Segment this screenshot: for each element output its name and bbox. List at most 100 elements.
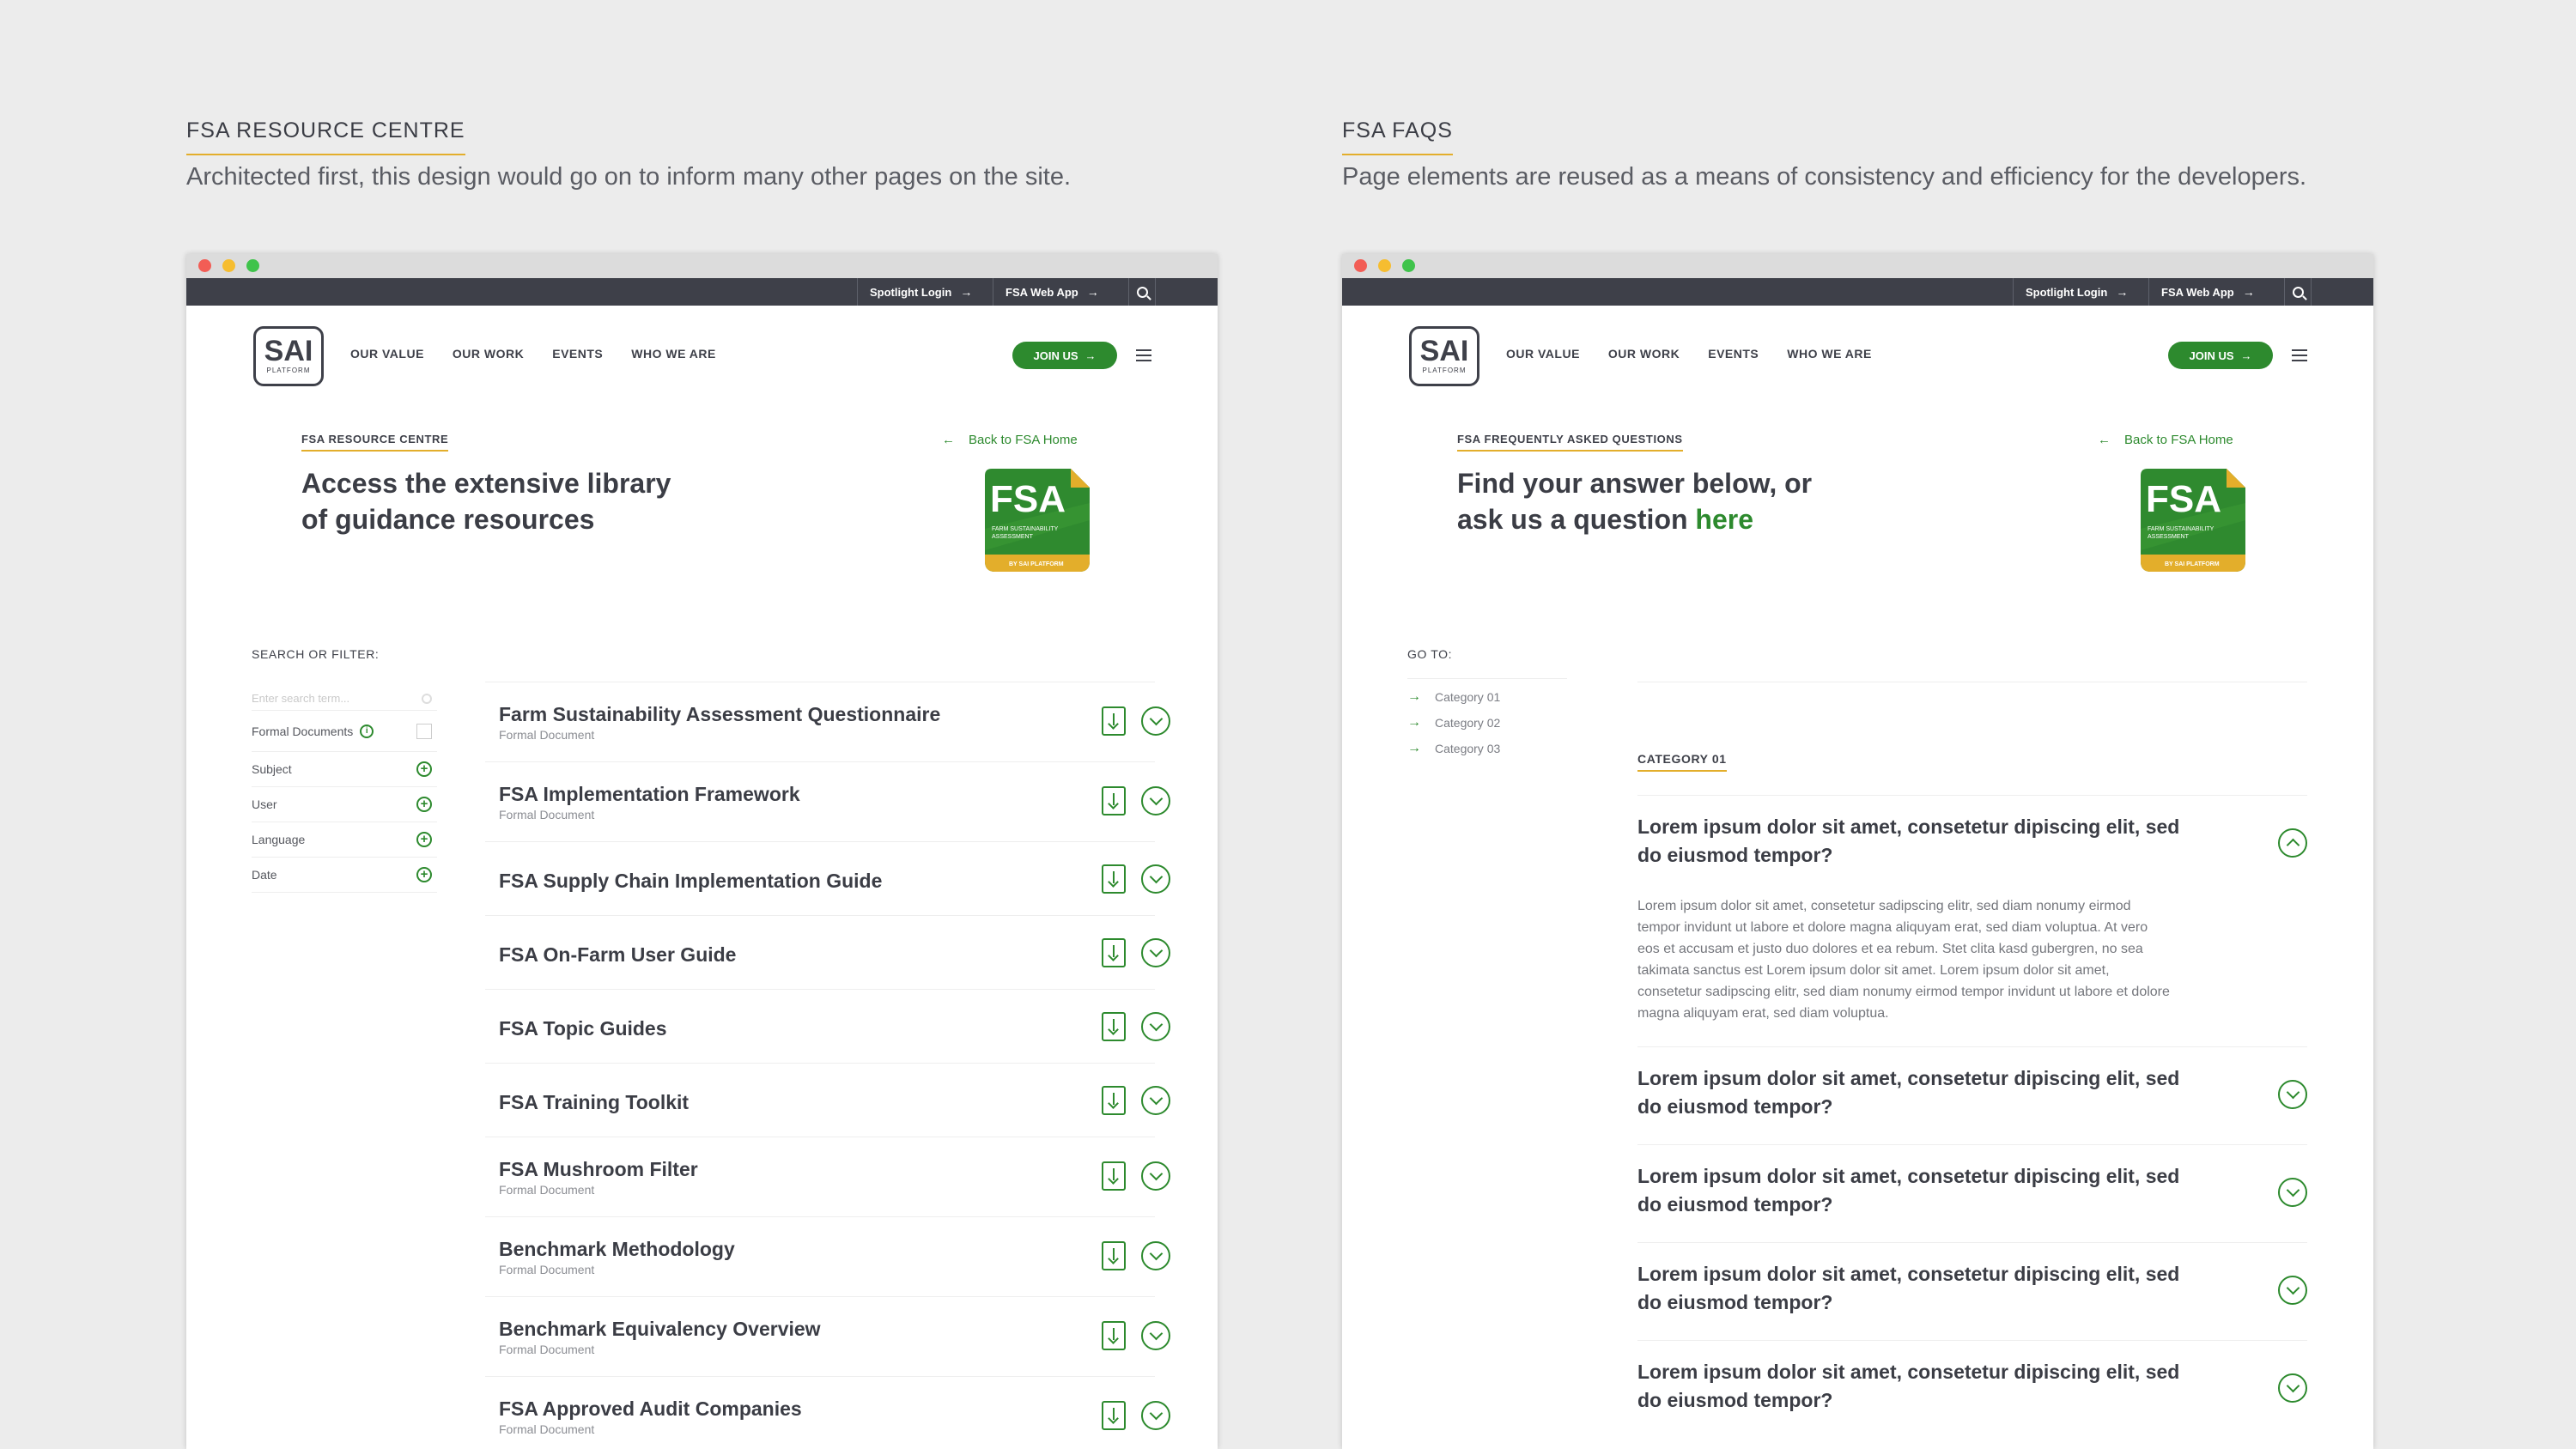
minimize-window-button[interactable]: [1378, 259, 1391, 272]
badge-footer: BY SAI PLATFORM: [1009, 561, 1064, 567]
formal-documents-filter[interactable]: Formal Documents i: [252, 711, 437, 752]
browser-chrome: [186, 254, 1218, 278]
spotlight-login-link[interactable]: Spotlight Login →: [857, 278, 993, 306]
list-item[interactable]: FSA Approved Audit Companies Formal Docum…: [485, 1377, 1170, 1449]
nav-who-we-are[interactable]: WHO WE ARE: [1787, 347, 1872, 361]
faq-item[interactable]: Lorem ipsum dolor sit amet, consetetur d…: [1637, 1144, 2307, 1242]
hamburger-menu-icon[interactable]: [2292, 349, 2307, 361]
list-item[interactable]: FSA On-Farm User Guide: [485, 916, 1170, 990]
chevron-down-icon[interactable]: [1141, 1401, 1170, 1430]
maximize-window-button[interactable]: [1402, 259, 1415, 272]
spotlight-login-link[interactable]: Spotlight Login →: [2013, 278, 2148, 306]
download-icon[interactable]: [1102, 1401, 1126, 1430]
nav-our-value[interactable]: OUR VALUE: [1506, 347, 1580, 361]
list-item[interactable]: Farm Sustainability Assessment Questionn…: [485, 682, 1170, 762]
chevron-down-icon[interactable]: [1141, 1321, 1170, 1350]
minimize-window-button[interactable]: [222, 259, 235, 272]
list-item[interactable]: Benchmark Equivalency Overview Formal Doc…: [485, 1297, 1170, 1377]
faq-question[interactable]: Lorem ipsum dolor sit amet, consetetur d…: [1637, 1260, 2187, 1317]
chevron-down-icon[interactable]: [1141, 864, 1170, 894]
sai-platform-logo[interactable]: SAI PLATFORM: [1409, 326, 1479, 386]
chevron-down-icon[interactable]: [1141, 1161, 1170, 1191]
back-to-fsa-home-link[interactable]: ← Back to FSA Home: [942, 433, 1078, 447]
search-button[interactable]: [1128, 278, 1156, 306]
hamburger-menu-icon[interactable]: [1136, 349, 1151, 361]
back-to-fsa-home-link[interactable]: ← Back to FSA Home: [2098, 433, 2233, 447]
download-icon[interactable]: [1102, 864, 1126, 894]
chevron-down-icon[interactable]: [1141, 1086, 1170, 1115]
chevron-down-icon[interactable]: [1141, 706, 1170, 736]
plus-icon[interactable]: +: [416, 832, 432, 847]
fsa-web-app-link[interactable]: FSA Web App →: [993, 278, 1128, 306]
maximize-window-button[interactable]: [246, 259, 259, 272]
arrow-right-icon: →: [2240, 349, 2252, 362]
nav-our-value[interactable]: OUR VALUE: [350, 347, 424, 361]
nav-who-we-are[interactable]: WHO WE ARE: [631, 347, 716, 361]
list-item[interactable]: FSA Supply Chain Implementation Guide: [485, 842, 1170, 916]
plus-icon[interactable]: +: [416, 761, 432, 777]
faq-question[interactable]: Lorem ipsum dolor sit amet, consetetur d…: [1637, 1064, 2187, 1121]
filter-date[interactable]: Date +: [252, 858, 437, 893]
arrow-right-icon: →: [1407, 715, 1421, 730]
browser-window: Spotlight Login → FSA Web App → SAI PLATFOR…: [186, 254, 1218, 1449]
filter-user[interactable]: User +: [252, 787, 437, 822]
ask-question-link[interactable]: here: [1695, 504, 1753, 535]
chevron-down-icon[interactable]: [1141, 938, 1170, 967]
chevron-down-icon[interactable]: [1141, 1241, 1170, 1270]
list-item[interactable]: FSA Topic Guides: [485, 990, 1170, 1064]
chevron-down-icon[interactable]: [2278, 1080, 2307, 1109]
section-description: Architected first, this design would go …: [186, 163, 1072, 191]
download-icon[interactable]: [1102, 1012, 1126, 1041]
list-item[interactable]: FSA Training Toolkit: [485, 1064, 1170, 1137]
chevron-down-icon[interactable]: [1141, 1012, 1170, 1041]
nav-events[interactable]: EVENTS: [552, 347, 603, 361]
filter-language[interactable]: Language +: [252, 822, 437, 858]
page-eyebrow: FSA RESOURCE CENTRE: [301, 433, 449, 452]
chevron-up-icon[interactable]: [2278, 828, 2307, 858]
list-item[interactable]: Benchmark Methodology Formal Document: [485, 1217, 1170, 1297]
goto-category-03[interactable]: → Category 03: [1407, 741, 1579, 756]
formal-documents-checkbox[interactable]: [416, 723, 432, 739]
faq-question[interactable]: Lorem ipsum dolor sit amet, consetetur d…: [1637, 1162, 2187, 1219]
plus-icon[interactable]: +: [416, 867, 432, 882]
close-window-button[interactable]: [198, 259, 211, 272]
download-icon[interactable]: [1102, 706, 1126, 736]
download-icon[interactable]: [1102, 938, 1126, 967]
search-button[interactable]: [2284, 278, 2312, 306]
arrow-left-icon: ←: [942, 433, 955, 447]
page-title: Access the extensive library of guidance …: [301, 468, 671, 535]
join-us-button[interactable]: JOIN US →: [1012, 342, 1117, 369]
plus-icon[interactable]: +: [416, 797, 432, 812]
goto-category-02[interactable]: → Category 02: [1407, 715, 1579, 731]
list-item[interactable]: FSA Mushroom Filter Formal Document: [485, 1137, 1170, 1217]
nav-events[interactable]: EVENTS: [1708, 347, 1759, 361]
faq-item-expanded[interactable]: Lorem ipsum dolor sit amet, consetetur d…: [1637, 795, 2307, 1046]
page-eyebrow: FSA FREQUENTLY ASKED QUESTIONS: [1457, 433, 1683, 452]
download-icon[interactable]: [1102, 786, 1126, 815]
filter-subject[interactable]: Subject +: [252, 752, 437, 787]
join-us-button[interactable]: JOIN US →: [2168, 342, 2273, 369]
download-icon[interactable]: [1102, 1086, 1126, 1115]
download-icon[interactable]: [1102, 1161, 1126, 1191]
download-icon[interactable]: [1102, 1241, 1126, 1270]
download-icon[interactable]: [1102, 1321, 1126, 1350]
nav-our-work[interactable]: OUR WORK: [453, 347, 524, 361]
faq-item[interactable]: Lorem ipsum dolor sit amet, consetetur d…: [1637, 1340, 2307, 1438]
search-input[interactable]: Enter search term...: [252, 687, 437, 711]
faq-item[interactable]: Lorem ipsum dolor sit amet, consetetur d…: [1637, 1242, 2307, 1340]
faq-question[interactable]: Lorem ipsum dolor sit amet, consetetur d…: [1637, 1358, 2187, 1415]
chevron-down-icon[interactable]: [2278, 1373, 2307, 1403]
sai-platform-logo[interactable]: SAI PLATFORM: [253, 326, 324, 386]
goto-category-01[interactable]: → Category 01: [1407, 689, 1579, 705]
info-icon[interactable]: i: [360, 724, 374, 738]
close-window-button[interactable]: [1354, 259, 1367, 272]
list-item[interactable]: FSA Implementation Framework Formal Docum…: [485, 762, 1170, 842]
chevron-down-icon[interactable]: [2278, 1178, 2307, 1207]
fsa-web-app-link[interactable]: FSA Web App →: [2148, 278, 2284, 306]
chevron-down-icon[interactable]: [1141, 786, 1170, 815]
badge-line-1: FARM SUSTAINABILITY: [2148, 526, 2215, 532]
chevron-down-icon[interactable]: [2278, 1276, 2307, 1305]
nav-our-work[interactable]: OUR WORK: [1608, 347, 1680, 361]
faq-item[interactable]: Lorem ipsum dolor sit amet, consetetur d…: [1637, 1046, 2307, 1144]
faq-question[interactable]: Lorem ipsum dolor sit amet, consetetur d…: [1637, 813, 2187, 870]
